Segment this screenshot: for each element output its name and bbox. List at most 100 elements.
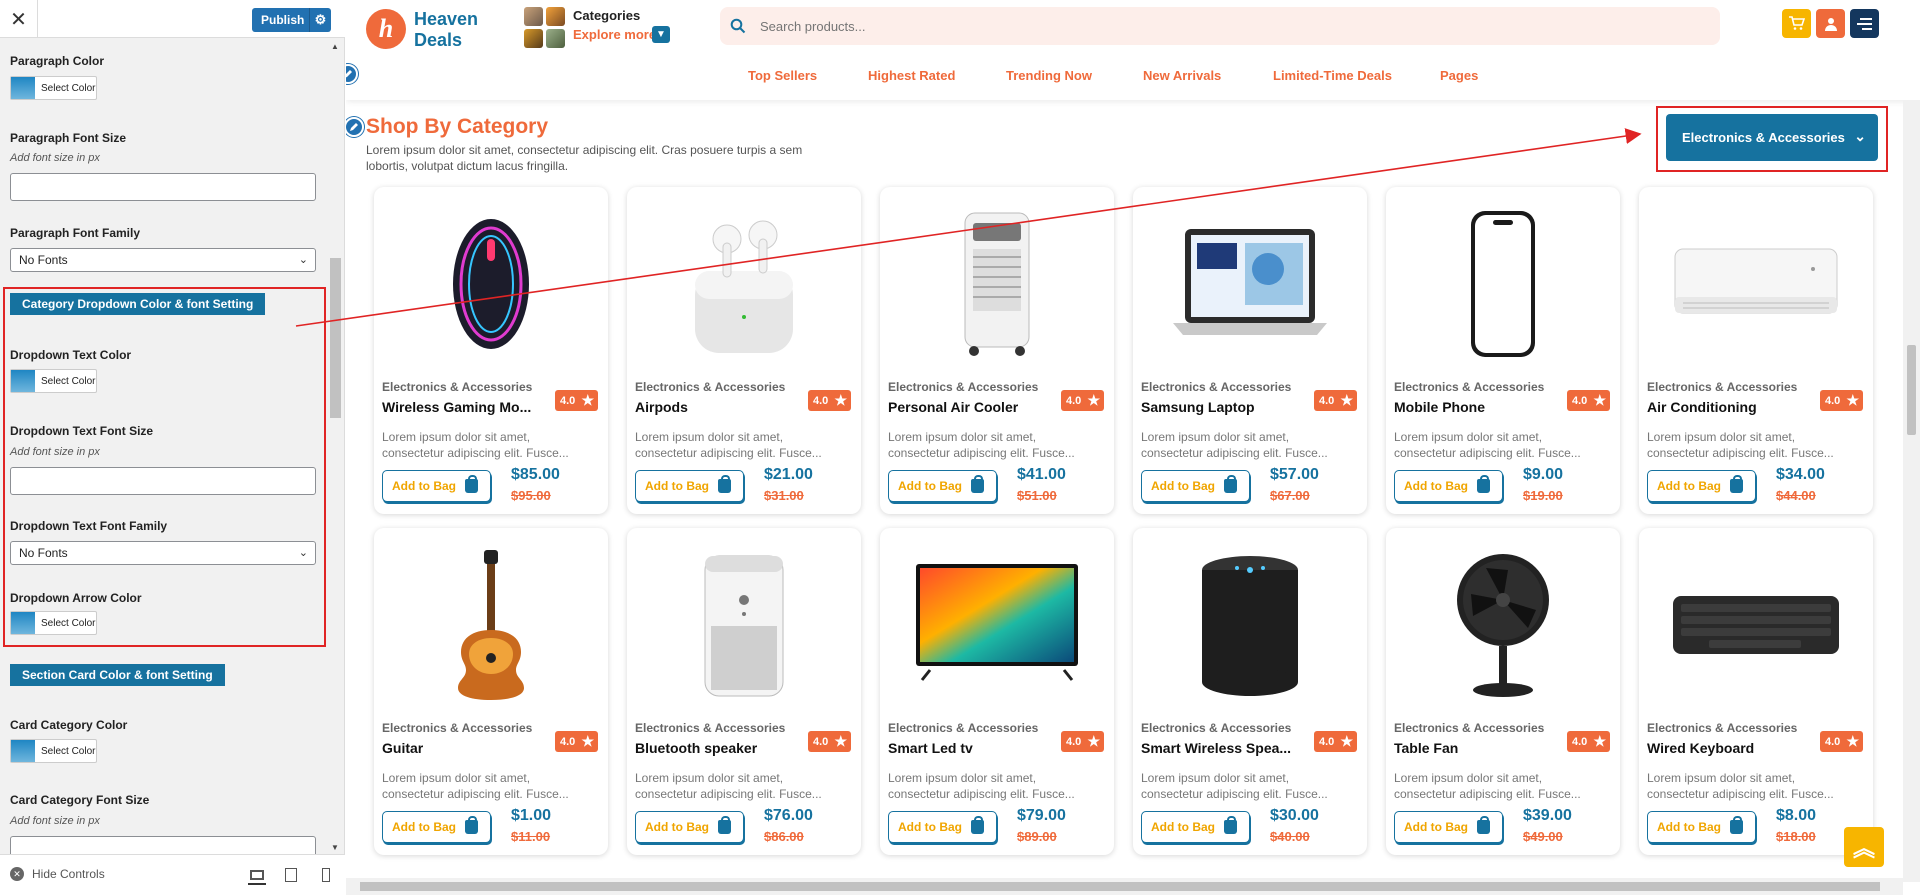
search-bar[interactable] — [720, 7, 1720, 45]
product-category: Electronics & Accessories — [1141, 721, 1292, 735]
account-button[interactable] — [1816, 9, 1845, 38]
add-to-bag-button[interactable]: Add to Bag — [1394, 470, 1503, 502]
product-title[interactable]: Table Fan — [1394, 740, 1562, 756]
gear-icon[interactable]: ⚙ — [309, 8, 331, 32]
product-title[interactable]: Guitar — [382, 740, 550, 756]
product-title[interactable]: Smart Wireless Spea... — [1141, 740, 1309, 756]
product-image[interactable] — [1669, 209, 1843, 359]
product-image[interactable] — [1163, 209, 1337, 359]
tablet-preview-icon[interactable] — [282, 867, 300, 882]
categories-thumbnail-grid[interactable] — [524, 7, 566, 49]
product-card[interactable]: Electronics & Accessories Smart Wireless … — [1133, 528, 1367, 855]
search-input[interactable] — [760, 18, 1660, 34]
add-to-bag-button[interactable]: Add to Bag — [888, 811, 997, 843]
add-to-bag-button[interactable]: Add to Bag — [1141, 811, 1250, 843]
product-title[interactable]: Personal Air Cooler — [888, 399, 1056, 415]
add-to-bag-button[interactable]: Add to Bag — [1647, 470, 1756, 502]
explore-more-link[interactable]: Explore more — [573, 27, 656, 42]
product-image[interactable] — [657, 550, 831, 700]
product-title[interactable]: Mobile Phone — [1394, 399, 1562, 415]
card-category-color-picker[interactable]: Select Color — [10, 739, 97, 763]
product-card[interactable]: Electronics & Accessories Bluetooth speak… — [627, 528, 861, 855]
product-title[interactable]: Airpods — [635, 399, 803, 415]
close-customizer-button[interactable]: ✕ — [0, 0, 38, 38]
preview-vertical-scrollbar-thumb[interactable] — [1907, 345, 1916, 435]
product-image[interactable] — [1416, 550, 1590, 700]
add-to-bag-button[interactable]: Add to Bag — [888, 470, 997, 502]
nav-highest-rated[interactable]: Highest Rated — [868, 68, 955, 83]
product-card[interactable]: Electronics & Accessories Samsung Laptop 4… — [1133, 187, 1367, 514]
hide-controls-button[interactable]: ✕ Hide Controls — [10, 867, 105, 881]
nav-trending-now[interactable]: Trending Now — [1006, 68, 1092, 83]
logo-icon[interactable]: h — [366, 9, 406, 49]
product-image[interactable] — [910, 550, 1084, 700]
add-to-bag-button[interactable]: Add to Bag — [382, 811, 491, 843]
product-image[interactable] — [657, 209, 831, 359]
product-title[interactable]: Samsung Laptop — [1141, 399, 1309, 415]
cart-button[interactable] — [1782, 9, 1811, 38]
star-icon: ★ — [1087, 392, 1100, 408]
categories-title[interactable]: Categories — [573, 8, 640, 23]
product-image[interactable] — [1416, 209, 1590, 359]
product-title[interactable]: Wired Keyboard — [1647, 740, 1815, 756]
product-card[interactable]: Electronics & Accessories Smart Led tv 4.0… — [880, 528, 1114, 855]
preview-vertical-scrollbar[interactable] — [1903, 100, 1920, 882]
mobile-preview-icon[interactable] — [317, 867, 335, 882]
product-category: Electronics & Accessories — [1647, 380, 1798, 394]
star-icon: ★ — [1593, 392, 1606, 408]
paragraph-font-family-select[interactable]: No Fonts ⌄ — [10, 248, 316, 272]
product-title[interactable]: Bluetooth speaker — [635, 740, 803, 756]
star-icon: ★ — [1593, 733, 1606, 749]
panel-scrollbar-thumb[interactable] — [330, 258, 341, 418]
product-title[interactable]: Wireless Gaming Mo... — [382, 399, 550, 415]
nav-pages[interactable]: Pages — [1440, 68, 1478, 83]
product-card[interactable]: Electronics & Accessories Wireless Gaming… — [374, 187, 608, 514]
menu-button[interactable] — [1850, 9, 1879, 38]
paragraph-font-size-input[interactable] — [10, 173, 316, 201]
card-category-font-size-input[interactable] — [10, 836, 316, 854]
add-to-bag-button[interactable]: Add to Bag — [635, 470, 744, 502]
preview-horizontal-scrollbar-thumb[interactable] — [360, 882, 1880, 891]
category-dropdown[interactable]: Electronics & Accessories ⌄ — [1666, 114, 1878, 161]
product-image[interactable] — [404, 209, 578, 359]
scroll-down-arrow-icon[interactable]: ▼ — [331, 843, 339, 852]
product-card[interactable]: Electronics & Accessories Table Fan 4.0 ★ Lo… — [1386, 528, 1620, 855]
product-image[interactable] — [1163, 550, 1337, 700]
add-to-bag-button[interactable]: Add to Bag — [382, 470, 491, 502]
product-image[interactable] — [404, 550, 578, 700]
nav-limited-time-deals[interactable]: Limited-Time Deals — [1273, 68, 1392, 83]
product-card[interactable]: Electronics & Accessories Wired Keyboard 4… — [1639, 528, 1873, 855]
add-to-bag-label: Add to Bag — [1657, 479, 1721, 493]
product-image[interactable] — [910, 209, 1084, 359]
section-description: Lorem ipsum dolor sit amet, consectetur … — [366, 143, 803, 173]
nav-top-sellers[interactable]: Top Sellers — [748, 68, 817, 83]
chevron-down-icon: ⌄ — [298, 254, 308, 266]
bag-icon — [1224, 475, 1237, 493]
add-to-bag-button[interactable]: Add to Bag — [635, 811, 744, 843]
product-card[interactable]: Electronics & Accessories Guitar 4.0 ★ Lorem… — [374, 528, 608, 855]
add-to-bag-button[interactable]: Add to Bag — [1394, 811, 1503, 843]
scroll-up-arrow-icon[interactable]: ▲ — [331, 42, 339, 51]
product-old-price: $18.00 — [1776, 829, 1816, 844]
product-card[interactable]: Electronics & Accessories Personal Air Co… — [880, 187, 1114, 514]
chevron-down-icon[interactable]: ▼ — [652, 26, 670, 43]
panel-scrollbar[interactable] — [328, 40, 342, 852]
add-to-bag-button[interactable]: Add to Bag — [1647, 811, 1756, 843]
paragraph-color-picker[interactable]: Select Color — [10, 76, 97, 100]
publish-button[interactable]: Publish ⚙ — [252, 8, 331, 32]
product-price: $21.00 — [764, 466, 813, 483]
product-category: Electronics & Accessories — [382, 380, 533, 394]
double-chevron-up-icon: ︽ — [1852, 836, 1875, 861]
edit-shortcut-pencil-icon[interactable] — [346, 117, 364, 137]
product-card[interactable]: Electronics & Accessories Mobile Phone 4.0… — [1386, 187, 1620, 514]
add-to-bag-button[interactable]: Add to Bag — [1141, 470, 1250, 502]
logo-text[interactable]: Heaven Deals — [414, 9, 484, 51]
product-card[interactable]: Electronics & Accessories Airpods 4.0 ★ Lore… — [627, 187, 861, 514]
product-card[interactable]: Electronics & Accessories Air Conditionin… — [1639, 187, 1873, 514]
nav-new-arrivals[interactable]: New Arrivals — [1143, 68, 1221, 83]
product-title[interactable]: Smart Led tv — [888, 740, 1056, 756]
product-title[interactable]: Air Conditioning — [1647, 399, 1815, 415]
product-image[interactable] — [1669, 550, 1843, 700]
scroll-to-top-button[interactable]: ︽ — [1844, 827, 1884, 867]
desktop-preview-icon[interactable] — [248, 867, 266, 885]
